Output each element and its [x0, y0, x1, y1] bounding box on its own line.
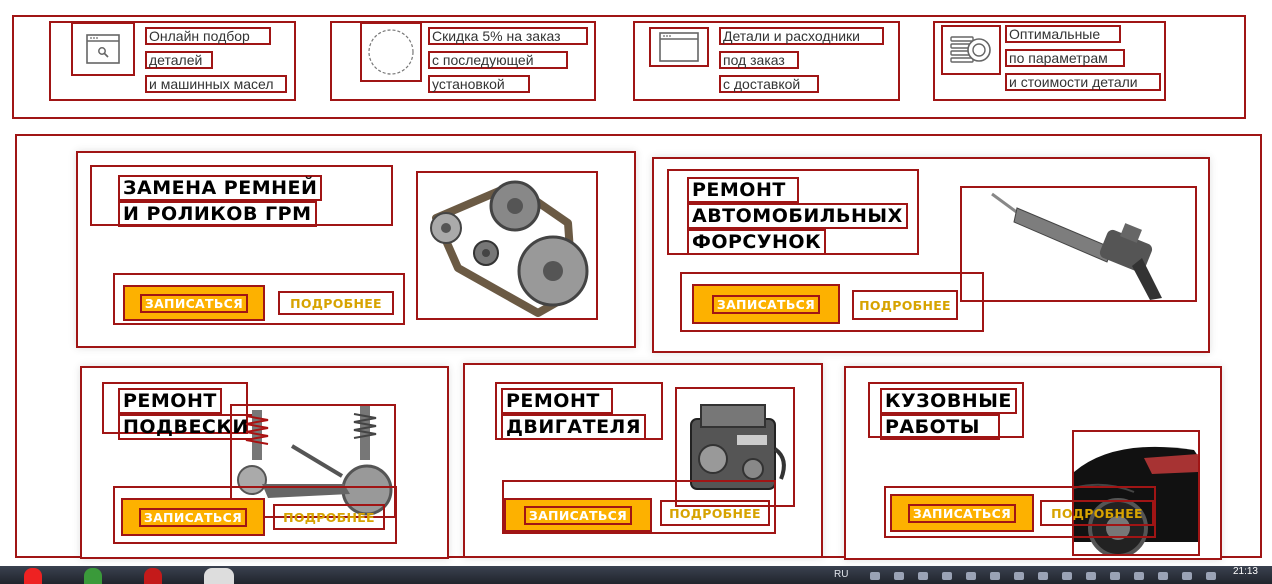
- opera-icon[interactable]: [144, 568, 162, 584]
- button-row: ЗАПИСАТЬСЯ ПОДРОБНЕЕ: [502, 480, 776, 534]
- service-card-injectors: РЕМОНТ АВТОМОБИЛЬНЫХ ФОРСУНОК ЗАПИСАТЬСЯ…: [652, 157, 1210, 353]
- service-title: ЗАМЕНА РЕМНЕЙ И РОЛИКОВ ГРМ: [90, 165, 393, 227]
- clock[interactable]: 21:13: [1233, 566, 1258, 577]
- feature-line: Скидка 5% на заказ: [428, 27, 588, 45]
- signup-button[interactable]: ЗАПИСАТЬСЯ: [504, 498, 652, 532]
- signup-label: ЗАПИСАТЬСЯ: [907, 503, 1017, 523]
- feature-line: с последующей: [428, 51, 568, 69]
- tray-icon[interactable]: [1134, 572, 1144, 580]
- injector-image: [960, 186, 1197, 302]
- button-row: ЗАПИСАТЬСЯ ПОДРОБНЕЕ: [113, 273, 405, 325]
- signup-button[interactable]: ЗАПИСАТЬСЯ: [692, 284, 840, 324]
- more-label: ПОДРОБНЕЕ: [283, 509, 375, 525]
- timing-belt-image: [416, 171, 598, 320]
- feature-discount: Скидка 5% на заказ с последующей установ…: [330, 21, 596, 101]
- signup-label: ЗАПИСАТЬСЯ: [711, 294, 821, 314]
- service-card-body-works: КУЗОВНЫЕ РАБОТЫ ЗАПИСАТЬСЯ ПОДРОБНЕЕ: [844, 366, 1222, 560]
- feature-line: Оптимальные: [1005, 25, 1121, 43]
- more-button[interactable]: ПОДРОБНЕЕ: [278, 291, 394, 315]
- feature-text: Детали и расходники под заказ с доставко…: [719, 27, 884, 99]
- service-title-line: РЕМОНТ: [687, 177, 799, 203]
- tray-icon[interactable]: [1110, 572, 1120, 580]
- tray-icon[interactable]: [1182, 572, 1192, 580]
- tray-icon[interactable]: [870, 572, 880, 580]
- feature-line: и машинных масел: [145, 75, 287, 93]
- coins-icon: [941, 25, 1001, 75]
- more-button[interactable]: ПОДРОБНЕЕ: [660, 500, 770, 526]
- tray-icon[interactable]: [990, 572, 1000, 580]
- button-row: ЗАПИСАТЬСЯ ПОДРОБНЕЕ: [884, 486, 1156, 538]
- button-row: ЗАПИСАТЬСЯ ПОДРОБНЕЕ: [680, 272, 984, 332]
- more-label: ПОДРОБНЕЕ: [669, 505, 761, 521]
- feature-line: установкой: [428, 75, 530, 93]
- service-title-line: КУЗОВНЫЕ: [880, 388, 1017, 414]
- feature-text: Скидка 5% на заказ с последующей установ…: [428, 27, 588, 99]
- tray-icon[interactable]: [918, 572, 928, 580]
- signup-button[interactable]: ЗАПИСАТЬСЯ: [890, 494, 1034, 532]
- tray-icon[interactable]: [1014, 572, 1024, 580]
- tray-icon[interactable]: [942, 572, 952, 580]
- service-title-line: ЗАМЕНА РЕМНЕЙ: [118, 175, 323, 201]
- close-app-icon[interactable]: [204, 568, 234, 584]
- signup-label: ЗАПИСАТЬСЯ: [523, 505, 633, 525]
- more-label: ПОДРОБНЕЕ: [859, 297, 951, 313]
- service-title-line: ДВИГАТЕЛЯ: [501, 414, 646, 440]
- tray-icon[interactable]: [1206, 572, 1216, 580]
- feature-line: Онлайн подбор: [145, 27, 271, 45]
- service-title-line: ФОРСУНОК: [687, 229, 827, 255]
- tray-icon[interactable]: [1062, 572, 1072, 580]
- service-title: РЕМОНТ ПОДВЕСКИ: [102, 382, 254, 440]
- service-title: РЕМОНТ АВТОМОБИЛЬНЫХ ФОРСУНОК: [667, 169, 919, 255]
- service-title-line: РЕМОНТ: [118, 388, 222, 414]
- tray-icon[interactable]: [894, 572, 904, 580]
- percent-circle-icon: [360, 22, 422, 82]
- service-card-timing-belt: ЗАМЕНА РЕМНЕЙ И РОЛИКОВ ГРМ ЗАПИСАТЬСЯ П…: [76, 151, 636, 348]
- service-title-line: АВТОМОБИЛЬНЫХ: [687, 203, 908, 229]
- button-row: ЗАПИСАТЬСЯ ПОДРОБНЕЕ: [113, 486, 397, 544]
- service-title: КУЗОВНЫЕ РАБОТЫ: [868, 382, 1024, 440]
- signup-label: ЗАПИСАТЬСЯ: [138, 507, 248, 527]
- feature-line: и стоимости детали: [1005, 73, 1161, 91]
- service-title-line: РАБОТЫ: [880, 414, 1000, 440]
- os-taskbar: RU 21:13: [0, 566, 1272, 584]
- signup-button[interactable]: ЗАПИСАТЬСЯ: [121, 498, 265, 536]
- feature-line: под заказ: [719, 51, 799, 69]
- feature-online-parts: Онлайн подбор деталей и машинных масел: [49, 21, 296, 101]
- more-button[interactable]: ПОДРОБНЕЕ: [852, 290, 958, 320]
- feature-line: по параметрам: [1005, 49, 1125, 67]
- feature-optimal: Оптимальные по параметрам и стоимости де…: [933, 21, 1166, 101]
- feature-text: Онлайн подбор деталей и машинных масел: [145, 27, 287, 99]
- feature-line: деталей: [145, 51, 213, 69]
- yandex-browser-icon[interactable]: [24, 568, 42, 584]
- tray-icon[interactable]: [966, 572, 976, 580]
- more-button[interactable]: ПОДРОБНЕЕ: [1040, 500, 1154, 526]
- feature-line: Детали и расходники: [719, 27, 884, 45]
- feature-text: Оптимальные по параметрам и стоимости де…: [1005, 25, 1161, 97]
- tray-icon[interactable]: [1158, 572, 1168, 580]
- signup-button[interactable]: ЗАПИСАТЬСЯ: [123, 285, 265, 321]
- tray-icon[interactable]: [1038, 572, 1048, 580]
- service-card-suspension: РЕМОНТ ПОДВЕСКИ ЗАПИСАТЬСЯ ПОДРОБНЕЕ: [80, 366, 449, 559]
- search-window-icon: [71, 22, 135, 76]
- service-card-engine: РЕМОНТ ДВИГАТЕЛЯ ЗАПИСАТЬСЯ ПОДРОБНЕЕ: [463, 363, 823, 558]
- tray-icon[interactable]: [1086, 572, 1096, 580]
- chrome-icon[interactable]: [84, 568, 102, 584]
- language-indicator[interactable]: RU: [834, 569, 848, 580]
- feature-delivery: Детали и расходники под заказ с доставко…: [633, 21, 900, 101]
- more-label: ПОДРОБНЕЕ: [290, 295, 382, 311]
- more-label: ПОДРОБНЕЕ: [1051, 505, 1143, 521]
- feature-line: с доставкой: [719, 75, 819, 93]
- signup-label: ЗАПИСАТЬСЯ: [139, 293, 249, 313]
- more-button[interactable]: ПОДРОБНЕЕ: [273, 504, 385, 530]
- service-title-line: РЕМОНТ: [501, 388, 613, 414]
- features-strip: Онлайн подбор деталей и машинных масел С…: [12, 15, 1246, 119]
- service-title: РЕМОНТ ДВИГАТЕЛЯ: [495, 382, 663, 440]
- browser-window-icon: [649, 27, 709, 67]
- service-title-line: И РОЛИКОВ ГРМ: [118, 201, 317, 227]
- services-grid: ЗАМЕНА РЕМНЕЙ И РОЛИКОВ ГРМ ЗАПИСАТЬСЯ П…: [15, 134, 1262, 560]
